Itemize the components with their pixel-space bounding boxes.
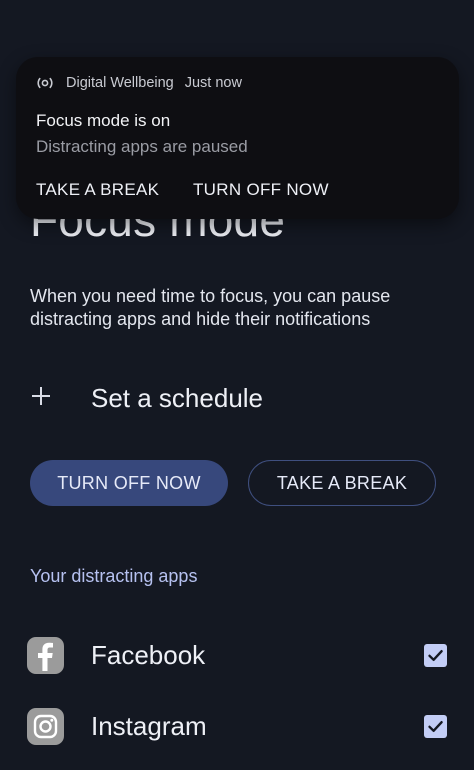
focus-mode-description: When you need time to focus, you can pau… bbox=[30, 286, 391, 329]
notification-app-name: Digital Wellbeing bbox=[66, 75, 174, 91]
digital-wellbeing-icon bbox=[36, 74, 54, 92]
app-row-instagram[interactable]: Instagram bbox=[27, 706, 447, 746]
instagram-icon bbox=[27, 707, 64, 745]
plus-icon bbox=[30, 383, 60, 413]
instagram-checkbox[interactable] bbox=[424, 714, 447, 738]
app-name: Facebook bbox=[91, 639, 206, 670]
notification-header: Digital Wellbeing Just now bbox=[36, 74, 242, 92]
notification-title: Focus mode is on bbox=[36, 111, 171, 130]
heads-up-notification[interactable]: Digital Wellbeing Just now Focus mode is… bbox=[16, 57, 459, 219]
distracting-apps-header: Your distracting apps bbox=[30, 566, 198, 586]
take-a-break-button[interactable]: TAKE A BREAK bbox=[248, 460, 436, 506]
notification-turn-off-now-button[interactable]: TURN OFF NOW bbox=[193, 180, 329, 200]
turn-off-now-button[interactable]: TURN OFF NOW bbox=[30, 460, 228, 506]
notification-take-a-break-button[interactable]: TAKE A BREAK bbox=[36, 180, 159, 200]
facebook-icon bbox=[27, 636, 64, 674]
app-row-facebook[interactable]: Facebook bbox=[27, 635, 447, 675]
notification-time: Just now bbox=[184, 75, 242, 91]
set-schedule-label: Set a schedule bbox=[91, 382, 264, 413]
app-name: Instagram bbox=[91, 710, 207, 741]
notification-body: Distracting apps are paused bbox=[36, 137, 248, 156]
set-schedule-button[interactable]: Set a schedule bbox=[30, 378, 263, 418]
facebook-checkbox[interactable] bbox=[424, 643, 447, 667]
